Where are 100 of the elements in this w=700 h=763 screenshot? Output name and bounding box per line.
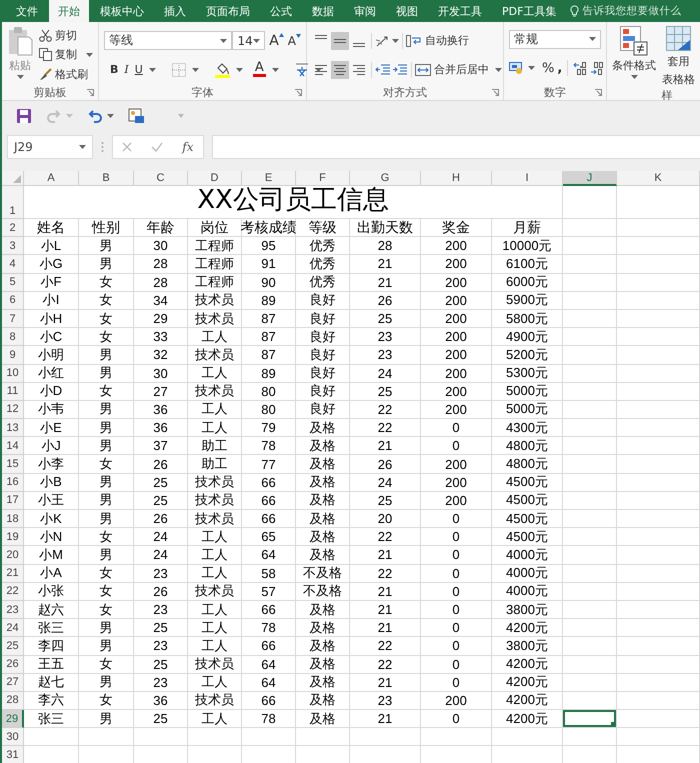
row-header[interactable]: 2	[2, 219, 24, 238]
caret-icon[interactable]	[192, 68, 199, 72]
font-size-field[interactable]: 14	[232, 31, 266, 50]
clipboard-icon[interactable]	[7, 26, 33, 56]
comma-style-button[interactable]: ,	[557, 60, 562, 76]
ribbon-tab[interactable]: 插入	[155, 0, 195, 22]
row-header[interactable]: 18	[2, 510, 24, 528]
cut-button[interactable]: 剪切	[39, 28, 93, 44]
column-header[interactable]: J	[563, 171, 617, 186]
caret-icon[interactable]	[630, 75, 638, 79]
check-icon[interactable]	[151, 142, 164, 152]
row-header[interactable]: 17	[2, 492, 24, 510]
caret-icon[interactable]	[220, 38, 228, 42]
row-header[interactable]: 10	[2, 364, 24, 383]
row-header[interactable]: 27	[2, 674, 24, 692]
dialog-launcher-icon[interactable]	[492, 89, 499, 96]
column-header[interactable]: D	[188, 171, 242, 186]
row-header[interactable]: 29	[2, 710, 24, 728]
caret-icon[interactable]	[107, 114, 114, 118]
caret-icon[interactable]	[148, 68, 156, 72]
column-header[interactable]: A	[24, 171, 79, 186]
decrease-font-size-button[interactable]: A	[288, 34, 301, 48]
row-header[interactable]: 23	[2, 600, 24, 620]
row-header[interactable]: 30	[2, 728, 24, 746]
preview-button[interactable]	[128, 108, 144, 124]
percent-button[interactable]: %	[542, 60, 554, 76]
format-as-table-button[interactable]: 套用 表格格	[662, 26, 695, 88]
row-header[interactable]: 31	[2, 746, 24, 763]
row-header[interactable]: 8	[2, 328, 24, 346]
phonetic-guide-icon[interactable]	[294, 62, 309, 77]
caret-icon[interactable]	[79, 145, 86, 149]
increase-indent-icon[interactable]	[392, 62, 408, 76]
caret-icon[interactable]	[495, 68, 502, 72]
column-header[interactable]: H	[421, 171, 492, 186]
accounting-format-icon[interactable]	[509, 61, 525, 76]
caret-icon[interactable]	[236, 68, 243, 72]
number-format-field[interactable]: 常规	[509, 30, 601, 49]
save-button[interactable]	[16, 108, 32, 124]
caret-icon[interactable]	[314, 68, 322, 72]
wrap-text-button[interactable]: 自动换行	[406, 33, 469, 48]
row-header[interactable]: 16	[2, 474, 24, 492]
dialog-launcher-icon[interactable]	[595, 89, 602, 96]
caret-icon[interactable]	[86, 52, 93, 57]
row-header[interactable]: 19	[2, 528, 24, 546]
row-header[interactable]: 28	[2, 692, 24, 710]
row-header[interactable]: 9	[2, 346, 24, 364]
row-header[interactable]: 15	[2, 455, 24, 474]
row-header[interactable]: 4	[2, 255, 24, 274]
ribbon-tab[interactable]: 开始	[49, 0, 89, 22]
undo-button[interactable]	[87, 108, 114, 124]
increase-decimal-icon[interactable]	[573, 61, 588, 76]
row-header[interactable]: 24	[2, 619, 24, 638]
row-header[interactable]: 21	[2, 564, 24, 583]
row-header[interactable]: 7	[2, 310, 24, 328]
column-header[interactable]: B	[79, 171, 134, 186]
decrease-indent-icon[interactable]	[375, 62, 391, 76]
horizontal-align-button[interactable]	[331, 60, 349, 78]
cell-cursor[interactable]	[563, 710, 617, 728]
font-color-button[interactable]: A	[252, 62, 266, 77]
row-header[interactable]: 20	[2, 546, 24, 565]
row-header[interactable]: 25	[2, 637, 24, 656]
ribbon-tab[interactable]: 审阅	[345, 0, 385, 22]
column-header[interactable]: E	[242, 171, 296, 186]
ribbon-tab[interactable]: 页面布局	[197, 0, 259, 22]
vertical-align-button[interactable]	[331, 32, 349, 50]
bold-button[interactable]: B	[110, 60, 118, 78]
column-header[interactable]: G	[350, 171, 421, 186]
row-header[interactable]: 11	[2, 382, 24, 401]
row-header[interactable]: 26	[2, 656, 24, 674]
row-header[interactable]: 14	[2, 437, 24, 456]
row-header[interactable]: 6	[2, 292, 24, 310]
ribbon-tab[interactable]: 文件	[7, 0, 47, 22]
caret-icon[interactable]	[528, 66, 535, 70]
italic-button[interactable]: I	[124, 60, 129, 78]
fill-color-icon[interactable]	[214, 62, 230, 78]
caret-icon[interactable]	[589, 37, 596, 42]
dialog-launcher-icon[interactable]	[87, 89, 94, 96]
column-header[interactable]: I	[492, 171, 563, 186]
merge-center-button[interactable]: 合并后居中	[415, 62, 502, 77]
increase-font-size-button[interactable]: A	[269, 32, 284, 48]
caret-icon[interactable]	[272, 68, 279, 72]
row-header[interactable]: 3	[2, 237, 24, 256]
ribbon-tab[interactable]: 模板中心	[91, 0, 153, 22]
row-header[interactable]: 13	[2, 419, 24, 438]
caret-icon[interactable]	[392, 38, 399, 42]
column-header[interactable]: F	[296, 171, 350, 186]
row-header[interactable]: 1	[2, 186, 24, 219]
caret-icon[interactable]	[253, 38, 260, 42]
formula-input[interactable]	[212, 135, 700, 159]
ribbon-tab[interactable]: 数据	[303, 0, 343, 22]
column-header[interactable]: C	[134, 171, 188, 186]
insert-function-button[interactable]: fx	[182, 140, 194, 154]
ribbon-tab[interactable]: 公式	[261, 0, 301, 22]
ribbon-tab[interactable]: 视图	[387, 0, 427, 22]
row-header[interactable]: 22	[2, 582, 24, 601]
row-header[interactable]: 12	[2, 400, 24, 420]
font-name-field[interactable]: 等线	[104, 31, 232, 50]
column-header[interactable]: K	[617, 171, 700, 186]
tell-me-search[interactable]: 告诉我您想要做什么	[582, 4, 682, 18]
ribbon-tab[interactable]: PDF工具集	[493, 0, 566, 22]
